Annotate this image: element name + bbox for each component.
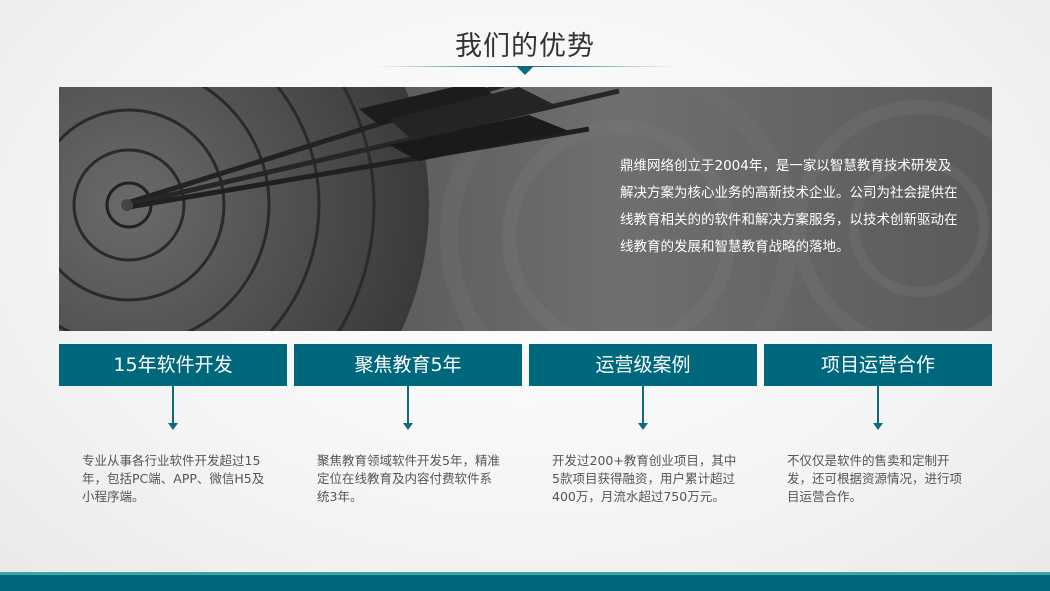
feature-card-software-dev: 15年软件开发 专业从事各行业软件开发超过15年，包括PC端、APP、微信H5及… — [59, 344, 287, 504]
title-triangle-icon — [516, 66, 534, 75]
hero-banner: 鼎维网络创立于2004年，是一家以智慧教育技术研发及解决方案为核心业务的高新技术… — [59, 87, 992, 331]
down-arrow-icon — [168, 386, 178, 430]
feature-description: 不仅仅是软件的售卖和定制开发，还可根据资源情况，进行项目运营合作。 — [787, 453, 963, 504]
footer-bar — [0, 575, 1050, 591]
feature-card-operational-cases: 运营级案例 开发过200+教育创业项目，其中5款项目获得融资，用户累计超过400… — [529, 344, 757, 504]
company-description: 鼎维网络创立于2004年，是一家以智慧教育技术研发及解决方案为核心业务的高新技术… — [620, 158, 958, 255]
feature-title: 运营级案例 — [529, 344, 757, 386]
down-arrow-icon — [873, 386, 883, 430]
page-title: 我们的优势 — [455, 31, 595, 62]
feature-title: 15年软件开发 — [59, 344, 287, 386]
down-arrow-icon — [403, 386, 413, 430]
feature-description: 开发过200+教育创业项目，其中5款项目获得融资，用户累计超过400万，月流水超… — [552, 453, 737, 504]
down-arrow-icon — [638, 386, 648, 430]
feature-card-education-focus: 聚焦教育5年 聚焦教育领域软件开发5年，精准定位在线教育及内容付费软件系统3年。 — [294, 344, 522, 504]
feature-description: 专业从事各行业软件开发超过15年，包括PC端、APP、微信H5及小程序端。 — [82, 453, 265, 504]
feature-card-project-cooperation: 项目运营合作 不仅仅是软件的售卖和定制开发，还可根据资源情况，进行项目运营合作。 — [764, 344, 992, 504]
feature-title: 聚焦教育5年 — [294, 344, 522, 386]
feature-description: 聚焦教育领域软件开发5年，精准定位在线教育及内容付费软件系统3年。 — [317, 453, 500, 504]
feature-title: 项目运营合作 — [764, 344, 992, 386]
